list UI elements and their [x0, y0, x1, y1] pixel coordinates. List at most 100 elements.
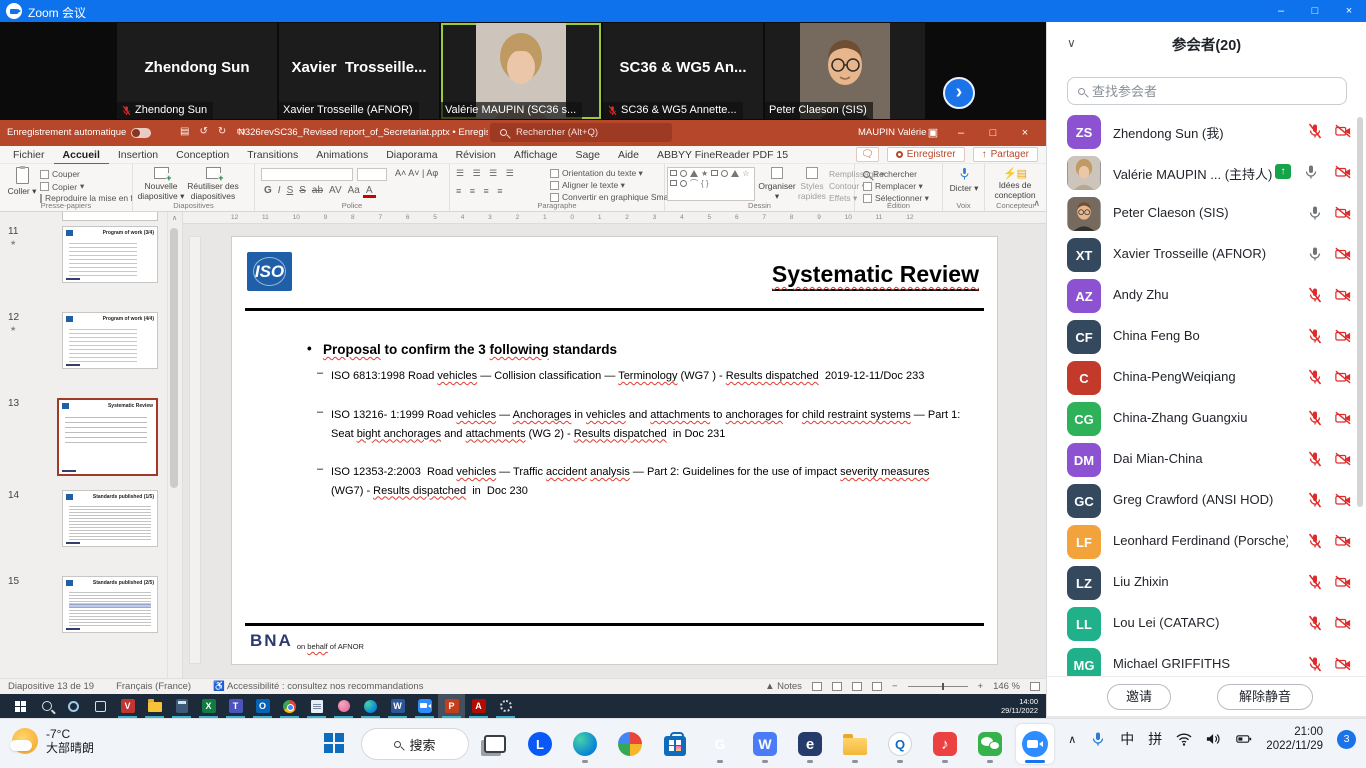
vertical-ruler[interactable] — [189, 236, 201, 664]
slide-title[interactable]: Systematic Review — [772, 261, 979, 291]
mic-status-icon[interactable] — [1307, 656, 1323, 672]
taskbar-search[interactable]: 搜索 — [361, 728, 469, 760]
invite-button[interactable]: 邀请 — [1107, 684, 1171, 710]
ppt-restore-icon[interactable]: □ — [980, 120, 1006, 146]
video-tile[interactable]: Xavier Trosseille... Xavier Trosseille (… — [279, 23, 439, 119]
next-videos-button[interactable]: › — [943, 77, 975, 109]
video-tile[interactable]: Peter Claeson (SIS) — [765, 23, 925, 119]
battery-icon[interactable] — [1236, 731, 1252, 747]
camera-status-icon[interactable] — [1335, 656, 1351, 672]
start-button[interactable] — [316, 724, 354, 764]
participants-scrollbar[interactable] — [1357, 117, 1363, 507]
participant-row[interactable]: LL Lou Lei (CATARC) ↑ — [1047, 603, 1366, 644]
ribbon-tab[interactable]: Fichier — [4, 146, 54, 165]
shared-taskbar-app-icon[interactable]: P — [438, 694, 465, 718]
font-style-button[interactable]: AV — [326, 185, 345, 196]
participant-search[interactable] — [1067, 77, 1347, 105]
thumbnail-image[interactable]: Program of work (4/4) — [62, 312, 158, 369]
shared-taskbar-app-icon[interactable] — [492, 694, 519, 718]
minimize-icon[interactable]: – — [1264, 0, 1298, 22]
thumbnail-scrollbar[interactable]: ∧ — [167, 212, 180, 678]
arrange-button[interactable]: Organiser▾ — [757, 167, 797, 202]
taskbar-app-icon[interactable] — [566, 724, 604, 764]
mic-status-icon[interactable] — [1307, 369, 1323, 385]
undo-icon[interactable]: ↺ — [199, 126, 207, 137]
ribbon-tab[interactable]: Conception — [167, 146, 238, 165]
ribbon-tab[interactable]: Aide — [609, 146, 648, 165]
camera-status-icon[interactable] — [1335, 328, 1351, 344]
design-ideas-button[interactable]: ⚡▤Idées de conception — [989, 167, 1041, 200]
participant-row[interactable]: LF Leonhard Ferdinand (Porsche) ↑ — [1047, 521, 1366, 562]
camera-status-icon[interactable] — [1335, 451, 1351, 467]
taskbar-app-icon[interactable]: ♪ — [926, 724, 964, 764]
participant-search-input[interactable] — [1092, 84, 1312, 99]
slideshow-icon[interactable] — [872, 682, 882, 691]
quick-styles-button[interactable]: Styles rapides — [795, 167, 829, 201]
toggle-icon[interactable] — [131, 128, 151, 138]
mic-status-icon[interactable] — [1307, 287, 1323, 303]
new-slide-button[interactable]: Nouvelle diapositive ▾ — [135, 167, 187, 202]
taskbar-app-icon[interactable]: G — [701, 724, 739, 764]
shared-taskbar-app-icon[interactable] — [6, 694, 33, 718]
ppt-minimize-icon[interactable]: – — [948, 120, 974, 146]
maximize-icon[interactable]: □ — [1298, 0, 1332, 22]
font-style-button[interactable]: A — [363, 186, 376, 198]
redo-icon[interactable]: ↻ — [218, 126, 226, 137]
participant-row[interactable]: Valérie MAUPIN ... (主持人) ↑ — [1047, 152, 1366, 193]
taskbar-app-icon[interactable]: W — [746, 724, 784, 764]
mic-status-icon[interactable] — [1307, 615, 1323, 631]
shared-taskbar-app-icon[interactable] — [411, 694, 438, 718]
shared-taskbar-app-icon[interactable] — [141, 694, 168, 718]
camera-status-icon[interactable] — [1335, 246, 1351, 262]
font-name-select[interactable] — [261, 168, 353, 181]
shared-taskbar-app-icon[interactable]: A — [465, 694, 492, 718]
thumbnail-image[interactable]: Systematic Review — [57, 398, 158, 476]
ppt-search-box[interactable]: Rechercher (Alt+Q) — [490, 123, 672, 142]
video-tile[interactable]: Valérie MAUPIN (SC36 s... — [441, 23, 601, 119]
taskbar-app-icon[interactable] — [836, 724, 874, 764]
slide-counter[interactable]: Diapositive 13 de 19 — [8, 681, 94, 692]
mic-status-icon[interactable] — [1307, 492, 1323, 508]
font-style-button[interactable]: G — [261, 185, 275, 196]
video-tile[interactable]: SC36 & WG5 An... SC36 & WG5 Annette... — [603, 23, 763, 119]
zoom-out-icon[interactable]: − — [892, 681, 898, 692]
save-icon[interactable]: ▤ — [180, 126, 189, 137]
participant-row[interactable]: Peter Claeson (SIS) ↑ — [1047, 193, 1366, 234]
mic-status-icon[interactable] — [1307, 328, 1323, 344]
replace-button[interactable]: Remplacer ▾ — [863, 181, 923, 192]
taskbar-app-icon[interactable] — [611, 724, 649, 764]
shared-taskbar-app-icon[interactable] — [87, 694, 114, 718]
ribbon-tab[interactable]: Animations — [307, 146, 377, 165]
horizontal-ruler[interactable]: 12 11 10 9 8 7 6 5 4 3 2 1 0 1 2 3 4 5 6… — [183, 212, 1046, 224]
taskbar-app-icon[interactable] — [476, 724, 514, 764]
font-style-button[interactable]: Aa — [345, 185, 363, 196]
camera-status-icon[interactable] — [1335, 492, 1351, 508]
ribbon-tab[interactable]: Affichage — [505, 146, 567, 165]
participant-row[interactable]: MG Michael GRIFFITHS ↑ — [1047, 644, 1366, 676]
ribbon-tab[interactable]: Révision — [447, 146, 505, 165]
ribbon-tab[interactable]: ABBYY FineReader PDF 15 — [648, 146, 797, 165]
camera-status-icon[interactable] — [1335, 410, 1351, 426]
participant-row[interactable]: CG China-Zhang Guangxiu ↑ — [1047, 398, 1366, 439]
fit-to-window-icon[interactable] — [1030, 682, 1040, 691]
participant-row[interactable]: C China-PengWeiqiang ↑ — [1047, 357, 1366, 398]
participant-row[interactable]: CF China Feng Bo ↑ — [1047, 316, 1366, 357]
mic-status-icon[interactable] — [1307, 410, 1323, 426]
mic-status-icon[interactable] — [1307, 574, 1323, 590]
dictate-button[interactable]: Dicter ▾ — [943, 167, 985, 194]
font-style-button[interactable]: S — [296, 185, 309, 196]
font-size-select[interactable] — [357, 168, 387, 181]
reuse-slides-button[interactable]: Réutiliser des diapositives — [187, 167, 239, 201]
shapes-gallery[interactable]: ★ ☆ ⌒{ } — [667, 167, 755, 201]
font-style-button[interactable]: I — [275, 185, 284, 196]
camera-status-icon[interactable] — [1335, 615, 1351, 631]
slide[interactable]: ISO Systematic Review • Proposal to conf… — [232, 237, 997, 664]
mic-status-icon[interactable] — [1307, 246, 1323, 262]
shared-taskbar-clock[interactable]: 14:0029/11/2022 — [1001, 697, 1038, 715]
participant-row[interactable]: XT Xavier Trosseille (AFNOR) ↑ — [1047, 234, 1366, 275]
taskbar-app-icon[interactable]: L — [521, 724, 559, 764]
scroll-up-icon[interactable]: ∧ — [168, 212, 181, 225]
text-orientation-button[interactable]: Orientation du texte ▾ — [550, 168, 643, 179]
shared-taskbar-app-icon[interactable] — [276, 694, 303, 718]
record-button[interactable]: Enregistrer — [887, 147, 965, 162]
